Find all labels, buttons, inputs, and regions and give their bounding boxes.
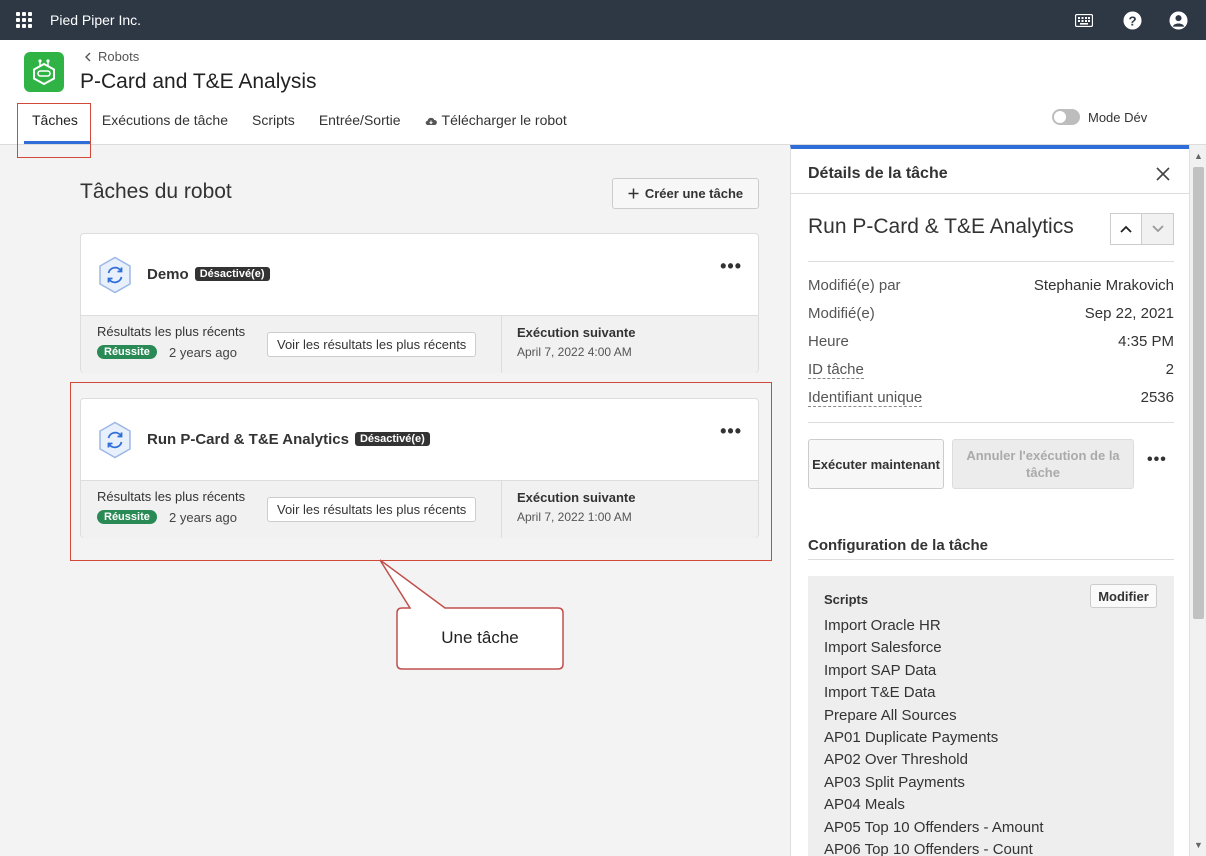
page-title: P-Card and T&E Analysis bbox=[80, 70, 317, 93]
scripts-box: Scripts Modifier Import Oracle HR Import… bbox=[808, 576, 1174, 856]
divider bbox=[808, 261, 1174, 262]
next-run-label: Exécution suivante bbox=[517, 325, 636, 340]
breadcrumb[interactable]: Robots bbox=[84, 49, 139, 64]
task-highlight-annotation bbox=[70, 382, 772, 561]
task-name: Demo Désactivé(e) bbox=[147, 266, 270, 283]
robot-logo-icon bbox=[24, 52, 64, 92]
tab-bar: Tâches Exécutions de tâche Scripts Entré… bbox=[24, 108, 579, 144]
list-item: Import Oracle HR bbox=[824, 617, 941, 634]
apps-grid-icon[interactable] bbox=[16, 12, 32, 28]
divider bbox=[808, 559, 1174, 560]
cloud-download-icon bbox=[425, 117, 437, 126]
list-item: AP01 Duplicate Payments bbox=[824, 728, 999, 746]
script-list: Import Oracle HR Import Salesforce Impor… bbox=[824, 615, 1044, 856]
close-icon[interactable] bbox=[1155, 166, 1171, 182]
svg-text:?: ? bbox=[1128, 13, 1136, 28]
list-item: AP04 Meals bbox=[824, 796, 905, 814]
list-item: AP06 Top 10 Offenders - Count bbox=[824, 840, 1033, 856]
scroll-up-icon[interactable]: ▲ bbox=[1194, 151, 1203, 161]
result-time: 2 years ago bbox=[169, 345, 237, 360]
next-task-button[interactable] bbox=[1142, 213, 1174, 245]
mode-dev-label: Mode Dév bbox=[1088, 109, 1148, 125]
user-icon[interactable] bbox=[1168, 10, 1188, 30]
tab-highlight-annotation bbox=[17, 103, 91, 158]
cancel-task-button[interactable]: Annuler l'exécution de la tâche bbox=[952, 439, 1134, 489]
results-label: Résultats les plus récents bbox=[97, 324, 246, 339]
keyboard-icon[interactable] bbox=[1074, 10, 1094, 30]
section-title: Tâches du robot bbox=[80, 180, 232, 203]
run-now-button[interactable]: Exécuter maintenant bbox=[808, 439, 944, 489]
panel-scrollbar[interactable]: ▲ ▼ bbox=[1189, 145, 1206, 856]
list-item: Import T&E Data bbox=[824, 684, 936, 702]
chevron-up-icon bbox=[1120, 225, 1132, 233]
list-item: Import Salesforce bbox=[824, 639, 942, 657]
task-sync-icon bbox=[99, 256, 131, 294]
chevron-down-icon bbox=[1151, 225, 1164, 233]
modify-button[interactable]: Modifier bbox=[1090, 584, 1157, 608]
task-overflow-menu-icon[interactable]: ••• bbox=[720, 256, 742, 277]
mode-dev-toggle[interactable]: Mode Dév bbox=[1052, 109, 1147, 125]
status-badge: Désactivé(e) bbox=[194, 267, 270, 281]
list-item: Import SAP Data bbox=[824, 661, 937, 679]
scroll-down-icon[interactable]: ▼ bbox=[1194, 840, 1203, 850]
page-header: Robots P-Card and T&E Analysis Tâches Ex… bbox=[0, 40, 1206, 158]
config-title: Configuration de la tâche bbox=[808, 537, 989, 554]
callout-text: Une tâche bbox=[441, 628, 519, 647]
next-run-date: April 7, 2022 4:00 AM bbox=[517, 345, 632, 359]
divider bbox=[808, 422, 1174, 423]
task-details-panel: Détails de la tâche Run P-Card & T&E Ana… bbox=[790, 145, 1190, 856]
more-options-icon[interactable]: ••• bbox=[1147, 451, 1167, 469]
list-item: AP03 Split Payments bbox=[824, 773, 965, 791]
list-item: AP02 Over Threshold bbox=[824, 751, 968, 769]
tab-telecharger[interactable]: Télécharger le robot bbox=[413, 108, 579, 144]
divider bbox=[791, 193, 1190, 194]
nav-arrows bbox=[1110, 213, 1174, 245]
list-item: Prepare All Sources bbox=[824, 706, 957, 724]
toggle-switch[interactable] bbox=[1052, 109, 1080, 125]
scripts-label: Scripts bbox=[824, 592, 869, 607]
success-badge: Réussite bbox=[97, 345, 157, 359]
callout-bubble bbox=[379, 559, 564, 670]
help-icon[interactable]: ? bbox=[1122, 10, 1142, 30]
tab-entree-sortie[interactable]: Entrée/Sortie bbox=[307, 108, 413, 144]
previous-task-button[interactable] bbox=[1110, 213, 1142, 245]
list-item: AP05 Top 10 Offenders - Amount bbox=[824, 818, 1044, 836]
scroll-thumb[interactable] bbox=[1193, 167, 1204, 619]
divider bbox=[501, 316, 502, 373]
tab-scripts[interactable]: Scripts bbox=[240, 108, 307, 144]
breadcrumb-robots-link[interactable]: Robots bbox=[98, 49, 139, 64]
chevron-left-icon bbox=[85, 52, 91, 61]
view-results-button[interactable]: Voir les résultats les plus récents bbox=[267, 332, 477, 357]
task-card-demo[interactable]: Demo Désactivé(e) ••• Résultats les plus … bbox=[80, 233, 759, 373]
plus-icon bbox=[628, 188, 639, 199]
create-task-button[interactable]: Créer une tâche bbox=[612, 178, 759, 209]
top-bar: Pied Piper Inc. ? bbox=[0, 0, 1206, 40]
detail-task-name: Run P-Card & T&E Analytics bbox=[808, 215, 1074, 238]
tab-executions[interactable]: Exécutions de tâche bbox=[90, 108, 240, 144]
panel-title: Détails de la tâche bbox=[808, 165, 948, 182]
org-name: Pied Piper Inc. bbox=[50, 12, 142, 28]
